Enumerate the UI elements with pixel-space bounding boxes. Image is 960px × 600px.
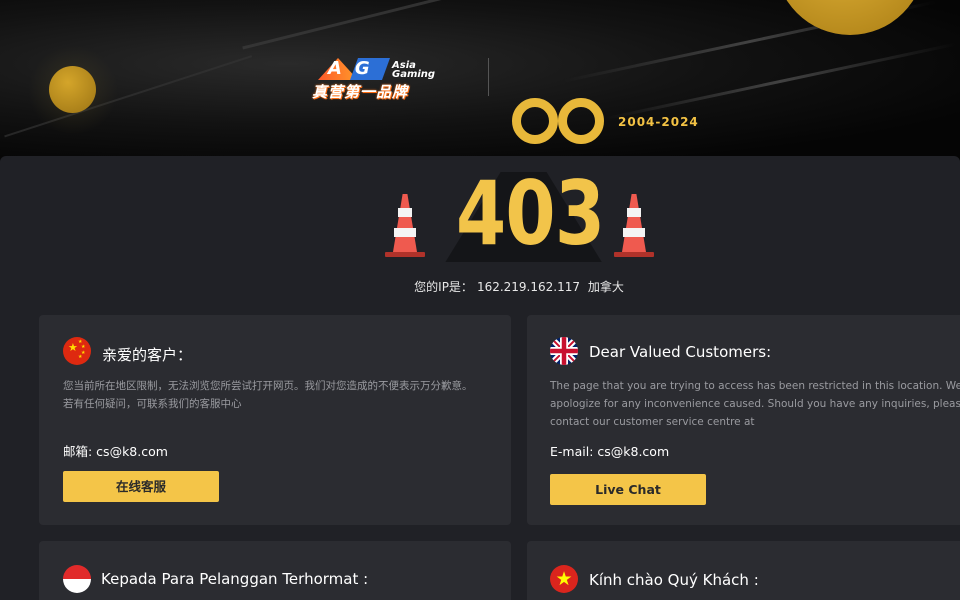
light-streak: [603, 42, 957, 121]
china-flag-icon: ★ ★ ★ ★ ★: [63, 337, 91, 365]
logo-gaming: Gaming: [392, 69, 436, 80]
ag-asia-gaming-logo: AG Asia Gaming 真营第一品牌: [312, 58, 457, 101]
card-description: 您当前所在地区限制，无法浏览您所尝试打开网页。我们对您造成的不便表示万分歉意。若…: [63, 380, 473, 410]
decor-rail: [242, 0, 538, 65]
logo-asia-gaming-text: Asia Gaming: [392, 61, 436, 80]
card-title: Kính chào Quý Khách :: [589, 571, 759, 589]
card-indonesian: Kepada Para Pelanggan Terhormat :: [39, 541, 511, 600]
logo-divider: [488, 58, 489, 96]
card-title: Kepada Para Pelanggan Terhormat :: [101, 570, 369, 588]
ip-country: 加拿大: [587, 280, 624, 294]
card-chinese: ★ ★ ★ ★ ★ 亲爱的客户： 您当前所在地区限制，无法浏览您所尝试打开网页。…: [39, 315, 511, 525]
error-code-graphic: 403: [380, 164, 660, 264]
card-vietnamese: ★ Kính chào Quý Khách :: [527, 541, 960, 600]
traffic-cone-icon: [385, 194, 425, 258]
card-email[interactable]: 邮箱: cs@k8.com: [63, 441, 168, 460]
vietnam-flag-icon: ★: [550, 565, 578, 593]
error-code: 403: [456, 162, 605, 265]
gold-coin-icon: [49, 66, 96, 113]
card-title: 亲爱的客户：: [102, 346, 193, 364]
hero-banner: AG Asia Gaming 真营第一品牌 2004-2024: [0, 0, 960, 160]
ip-label: 您的IP是：: [414, 280, 473, 294]
card-english: Dear Valued Customers: The page that you…: [527, 315, 960, 525]
ip-info: 您的IP是： 162.219.162.117 加拿大: [0, 278, 960, 295]
ag-logo-mark: AG: [318, 58, 390, 80]
traffic-cone-icon: [614, 194, 654, 258]
logo-slogan: 真营第一品牌: [312, 83, 409, 101]
uk-flag-icon: [550, 337, 578, 365]
card-title: Dear Valued Customers:: [589, 343, 772, 361]
anniversary-year: 2004-2024: [618, 115, 699, 129]
live-chat-button[interactable]: Live Chat: [550, 474, 706, 505]
card-email[interactable]: E-mail: cs@k8.com: [550, 444, 669, 459]
ip-address: 162.219.162.117: [476, 280, 580, 294]
card-description: The page that you are trying to access h…: [550, 380, 960, 428]
logo-letters: AG: [328, 58, 383, 79]
online-service-button[interactable]: 在线客服: [63, 471, 219, 502]
indonesia-flag-icon: [63, 565, 91, 593]
